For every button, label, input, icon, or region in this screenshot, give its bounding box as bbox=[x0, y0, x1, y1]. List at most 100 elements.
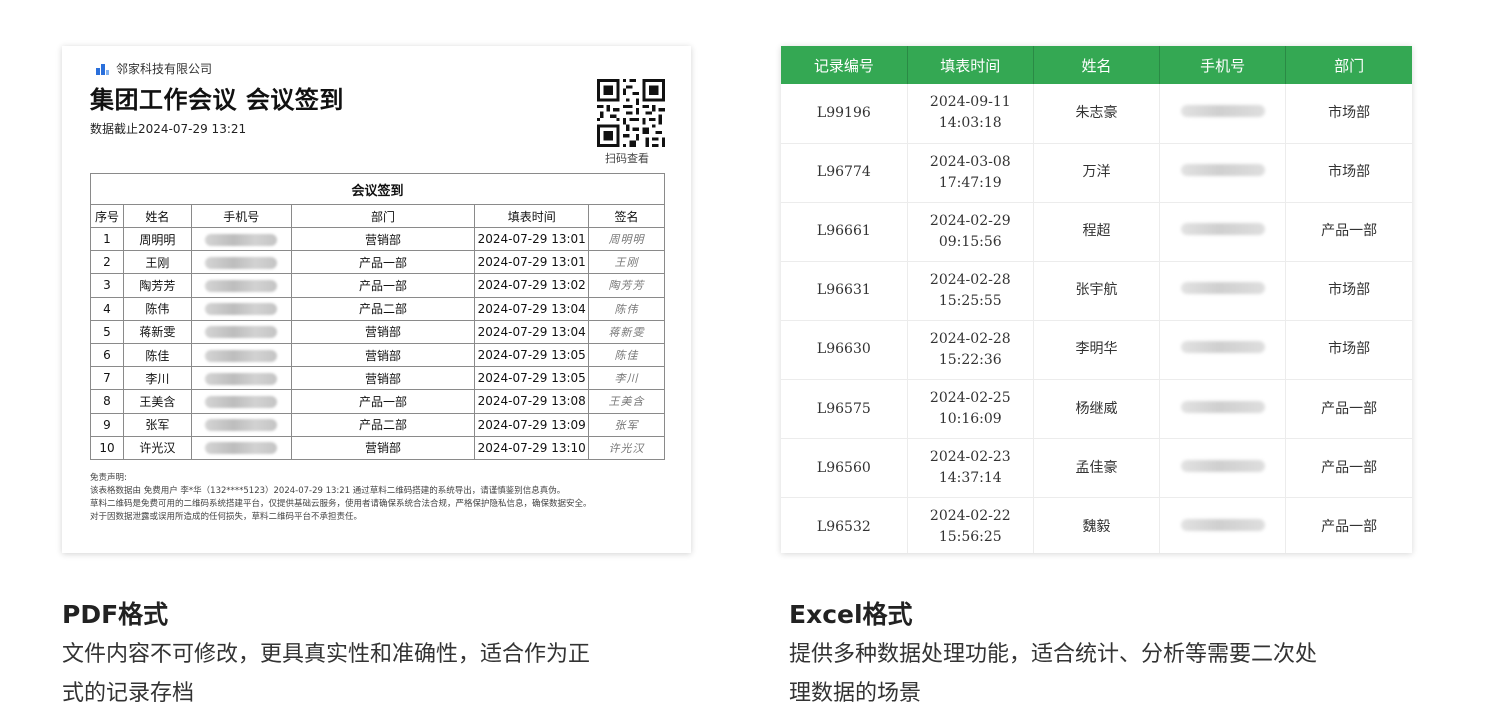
redacted-phone bbox=[1180, 400, 1265, 413]
excel-row: L96560 2024-02-23 14:37:14 孟佳豪 产品一部 bbox=[781, 438, 1412, 499]
row-signature: 陈伟 bbox=[588, 296, 665, 321]
row-phone-redacted bbox=[190, 389, 292, 414]
row-phone-redacted bbox=[190, 273, 292, 298]
row-no: 8 bbox=[90, 389, 124, 414]
table-row: 3 陶芳芳 产品一部 2024-07-29 13:02 陶芳芳 bbox=[90, 273, 665, 298]
redacted-phone bbox=[205, 395, 278, 408]
excel-cell-date: 2024-02-23 bbox=[929, 449, 1011, 466]
excel-cell-phone-redacted bbox=[1159, 320, 1287, 380]
qr-code-icon bbox=[597, 79, 665, 147]
excel-col-header-dept: 部门 bbox=[1285, 46, 1412, 84]
excel-cell-phone-redacted bbox=[1159, 261, 1287, 321]
row-dept: 营销部 bbox=[290, 366, 476, 391]
excel-cell-date: 2024-02-25 bbox=[929, 390, 1011, 407]
signature-image: 李川 bbox=[614, 372, 639, 386]
signature-image: 许光汉 bbox=[608, 441, 645, 455]
table-row: 1 周明明 营销部 2024-07-29 13:01 周明明 bbox=[90, 226, 665, 252]
excel-cell-time: 2024-02-29 09:15:56 bbox=[907, 202, 1034, 262]
row-name: 王刚 bbox=[122, 250, 192, 275]
redacted-phone bbox=[205, 256, 278, 269]
excel-cell-id: L99196 bbox=[781, 84, 908, 144]
redacted-phone bbox=[205, 233, 278, 246]
signature-image: 陈佳 bbox=[614, 349, 639, 363]
row-dept: 产品一部 bbox=[290, 273, 476, 298]
excel-cell-date: 2024-02-28 bbox=[929, 271, 1011, 288]
excel-col-header-id: 记录编号 bbox=[781, 46, 908, 84]
excel-cell-name: 万洋 bbox=[1033, 143, 1161, 203]
excel-cell-id: L96631 bbox=[781, 261, 908, 321]
row-time: 2024-07-29 13:09 bbox=[474, 412, 590, 437]
excel-preview-card: 记录编号 填表时间 姓名 手机号 部门 L99196 2024-09-11 14:0… bbox=[781, 46, 1412, 553]
col-header-phone: 手机号 bbox=[190, 204, 292, 228]
excel-cell-name: 魏毅 bbox=[1033, 497, 1161, 553]
row-name: 陶芳芳 bbox=[122, 273, 192, 298]
col-header-no: 序号 bbox=[90, 204, 124, 228]
row-no: 10 bbox=[90, 435, 124, 460]
row-dept: 营销部 bbox=[290, 435, 476, 460]
redacted-phone bbox=[1180, 104, 1265, 117]
excel-cell-dept: 产品一部 bbox=[1285, 379, 1412, 440]
row-no: 1 bbox=[90, 226, 124, 252]
row-no: 7 bbox=[90, 366, 124, 391]
excel-cell-date: 2024-09-11 bbox=[929, 94, 1011, 111]
excel-cell-phone-redacted bbox=[1159, 379, 1287, 440]
excel-row: L96532 2024-02-22 15:56:25 魏毅 产品一部 bbox=[781, 497, 1412, 553]
excel-cell-clock: 09:15:56 bbox=[938, 233, 1002, 250]
row-dept: 营销部 bbox=[290, 226, 476, 252]
pdf-preview-card: 邻家科技有限公司 集团工作会议 会议签到 数据截止2024-07-29 13:2… bbox=[62, 46, 691, 553]
excel-cell-date: 2024-02-28 bbox=[929, 330, 1011, 347]
excel-row: L96575 2024-02-25 10:16:09 杨继威 产品一部 bbox=[781, 379, 1412, 440]
table-row: 2 王刚 产品一部 2024-07-29 13:01 王刚 bbox=[90, 250, 665, 275]
row-name: 许光汉 bbox=[122, 435, 192, 460]
row-time: 2024-07-29 13:04 bbox=[474, 296, 590, 321]
row-phone-redacted bbox=[190, 342, 292, 368]
excel-desc-line: 理数据的场景 bbox=[789, 681, 922, 706]
excel-cell-dept: 产品一部 bbox=[1285, 497, 1412, 553]
row-time: 2024-07-29 13:02 bbox=[474, 273, 590, 298]
excel-cell-time: 2024-02-28 15:25:55 bbox=[907, 261, 1034, 321]
row-dept: 营销部 bbox=[290, 342, 476, 368]
excel-cell-clock: 15:22:36 bbox=[938, 351, 1002, 368]
excel-cell-date: 2024-02-29 bbox=[929, 212, 1011, 229]
row-signature: 周明明 bbox=[588, 226, 665, 252]
redacted-phone bbox=[205, 349, 278, 362]
redacted-phone bbox=[1180, 341, 1265, 354]
row-time: 2024-07-29 13:08 bbox=[474, 389, 590, 414]
table-row: 8 王美含 产品一部 2024-07-29 13:08 王美含 bbox=[90, 389, 665, 414]
excel-cell-clock: 17:47:19 bbox=[938, 174, 1002, 191]
excel-cell-name: 朱志豪 bbox=[1033, 84, 1161, 144]
excel-cell-dept: 产品一部 bbox=[1285, 202, 1412, 262]
excel-cell-phone-redacted bbox=[1159, 438, 1287, 499]
redacted-phone bbox=[205, 372, 278, 385]
excel-cell-dept: 产品一部 bbox=[1285, 438, 1412, 499]
excel-cell-date: 2024-02-22 bbox=[929, 508, 1011, 525]
row-dept: 产品一部 bbox=[290, 250, 476, 275]
pdf-date-line: 数据截止2024-07-29 13:21 bbox=[90, 122, 247, 136]
table-row: 6 陈佳 营销部 2024-07-29 13:05 陈佳 bbox=[90, 342, 665, 368]
excel-cell-time: 2024-02-28 15:22:36 bbox=[907, 320, 1034, 380]
row-signature: 陈佳 bbox=[588, 342, 665, 368]
row-no: 9 bbox=[90, 412, 124, 437]
excel-cell-phone-redacted bbox=[1159, 202, 1287, 262]
table-row: 10 许光汉 营销部 2024-07-29 13:10 许光汉 bbox=[90, 435, 665, 460]
excel-cell-clock: 10:16:09 bbox=[938, 411, 1002, 428]
col-header-name: 姓名 bbox=[122, 204, 192, 228]
excel-row: L96774 2024-03-08 17:47:19 万洋 市场部 bbox=[781, 143, 1412, 203]
row-name: 张军 bbox=[122, 412, 192, 437]
redacted-phone bbox=[1180, 282, 1265, 295]
row-time: 2024-07-29 13:05 bbox=[474, 342, 590, 368]
row-time: 2024-07-29 13:05 bbox=[474, 366, 590, 391]
excel-cell-time: 2024-09-11 14:03:18 bbox=[907, 84, 1034, 144]
row-signature: 王刚 bbox=[588, 250, 665, 275]
pdf-company-header: 邻家科技有限公司 bbox=[95, 60, 212, 77]
redacted-phone bbox=[205, 279, 278, 292]
row-time: 2024-07-29 13:10 bbox=[474, 435, 590, 460]
disclaimer-line: 对于因数据泄露或误用所造成的任何损失，草料二维码平台不承担责任。 bbox=[90, 512, 363, 522]
redacted-phone bbox=[1180, 223, 1265, 236]
redacted-phone bbox=[1180, 518, 1265, 531]
excel-cell-id: L96560 bbox=[781, 438, 908, 499]
redacted-phone bbox=[205, 442, 278, 455]
excel-col-header-phone: 手机号 bbox=[1159, 46, 1287, 84]
excel-col-header-time: 填表时间 bbox=[907, 46, 1034, 84]
excel-cell-id: L96575 bbox=[781, 379, 908, 440]
